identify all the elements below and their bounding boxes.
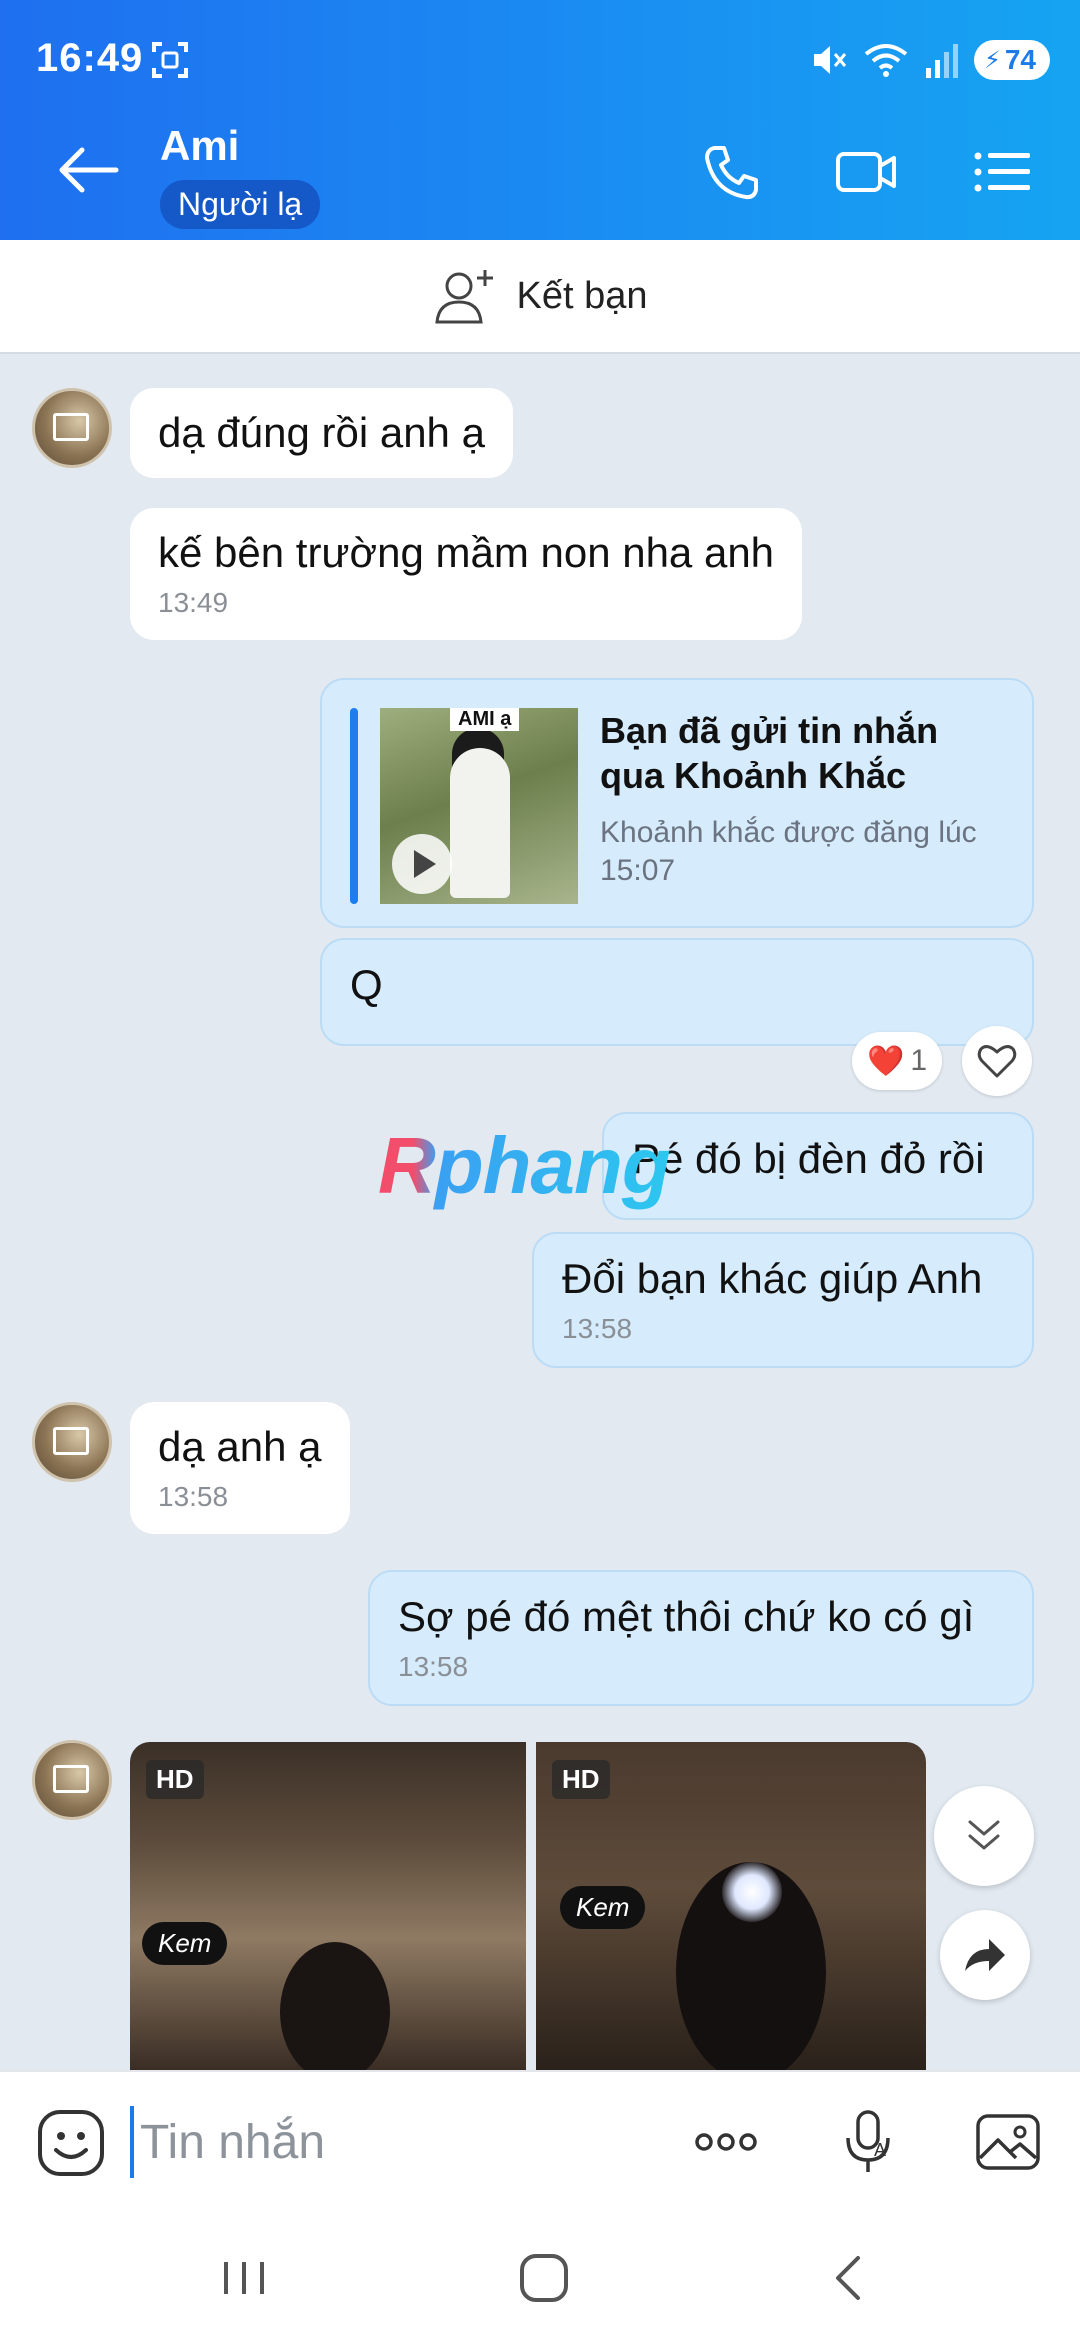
moment-subtitle: Khoảnh khắc được đăng lúc 15:07 xyxy=(600,816,977,887)
moment-title: Bạn đã gửi tin nhắn qua Khoảnh Khắc xyxy=(600,710,939,796)
message-text: dạ anh ạ xyxy=(158,1423,322,1470)
avatar[interactable] xyxy=(32,1740,112,1820)
status-time: 16:49 xyxy=(36,36,144,80)
heart-outline-icon xyxy=(977,1045,1017,1078)
message-time: 13:49 xyxy=(158,587,229,619)
reaction-count: 1 xyxy=(910,1044,928,1077)
thumb-figure xyxy=(450,748,510,898)
hd-badge: HD xyxy=(146,1760,204,1799)
menu-list-icon[interactable] xyxy=(970,140,1034,204)
message-composer: A xyxy=(0,2070,1080,2210)
message-bubble[interactable]: Q xyxy=(320,938,1034,1046)
message-input[interactable] xyxy=(130,2106,650,2178)
message-text: Pé đó bị đèn đỏ rồi xyxy=(632,1135,985,1182)
message-time: 13:58 xyxy=(562,1313,633,1345)
video-call-icon[interactable] xyxy=(834,140,898,204)
thumb-tag: AMI ạ xyxy=(450,708,520,731)
watermark: Rphang xyxy=(378,1121,671,1210)
reaction-badge[interactable]: ❤️ 1 xyxy=(852,1032,942,1090)
scroll-down-icon xyxy=(968,1820,1000,1850)
photo-caption-sticker: Kem xyxy=(560,1886,646,1929)
stranger-badge: Người lạ xyxy=(160,180,321,229)
phone-icon[interactable] xyxy=(700,140,764,204)
avatar[interactable] xyxy=(32,1402,112,1482)
recent-apps-icon[interactable] xyxy=(214,2248,274,2308)
status-bar: 16:49 ⚡ 74 xyxy=(0,0,1080,120)
message-bubble[interactable]: Đổi bạn khác giúp Anh 13:58 xyxy=(532,1232,1034,1368)
add-user-icon xyxy=(434,270,493,324)
mute-icon xyxy=(813,46,847,74)
message-text: Sợ pé đó mệt thôi chứ ko có gì xyxy=(398,1593,975,1640)
moment-reply-card[interactable]: AMI ạ Bạn đã gửi tin nhắn qua Khoảnh Khắ… xyxy=(320,678,1034,928)
photo-figure xyxy=(280,1942,390,2070)
wifi-icon xyxy=(864,44,908,77)
svg-text:A: A xyxy=(874,2140,886,2160)
image-gallery-icon[interactable] xyxy=(972,2106,1044,2178)
home-icon[interactable] xyxy=(514,2248,574,2308)
quote-bar xyxy=(350,708,358,904)
add-reaction-button[interactable] xyxy=(962,1026,1032,1096)
photo-attachment[interactable]: HD Kem xyxy=(536,1742,926,2070)
heart-reaction-icon: ❤️ xyxy=(866,1044,905,1078)
message-bubble[interactable]: dạ đúng rồi anh ạ xyxy=(130,388,513,479)
message-time: 13:58 xyxy=(158,1481,229,1513)
avatar[interactable] xyxy=(32,388,112,468)
battery-level: 74 xyxy=(1004,44,1036,75)
photo-caption-sticker: Kem xyxy=(142,1922,228,1965)
back-arrow-icon[interactable] xyxy=(56,142,120,198)
scroll-down-button[interactable] xyxy=(934,1786,1034,1886)
message-bubble[interactable]: dạ anh ạ 13:58 xyxy=(130,1402,350,1534)
signal-icon xyxy=(925,44,958,78)
screenshot-icon xyxy=(152,42,188,78)
hd-badge: HD xyxy=(552,1760,610,1799)
battery-icon: ⚡ 74 xyxy=(973,40,1050,80)
contact-name[interactable]: Ami xyxy=(160,122,239,170)
message-text: Đổi bạn khác giúp Anh xyxy=(562,1255,983,1302)
emoji-icon[interactable] xyxy=(36,2108,106,2178)
forward-button[interactable] xyxy=(940,1910,1030,2000)
more-dots-icon[interactable] xyxy=(690,2106,762,2178)
share-forward-icon xyxy=(965,1939,1005,1971)
photo-attachment[interactable]: HD Kem xyxy=(130,1742,526,2070)
message-text: dạ đúng rồi anh ạ xyxy=(158,409,485,456)
system-nav-bar xyxy=(0,2210,1080,2340)
play-icon[interactable] xyxy=(392,834,452,894)
message-time: 13:58 xyxy=(398,1651,469,1683)
photo-flash xyxy=(722,1862,782,1922)
back-icon[interactable] xyxy=(820,2248,880,2308)
message-bubble[interactable]: kế bên trường mầm non nha anh 13:49 xyxy=(130,508,803,640)
message-text: kế bên trường mầm non nha anh xyxy=(158,529,775,576)
chat-header: 16:49 ⚡ 74 Ami Người lạ xyxy=(0,0,1080,240)
status-icons: ⚡ 74 xyxy=(808,36,1050,84)
add-friend-button[interactable]: Kết bạn xyxy=(0,240,1080,354)
voice-mic-icon[interactable]: A xyxy=(834,2106,906,2178)
message-text: Q xyxy=(350,961,383,1008)
add-friend-label: Kết bạn xyxy=(516,274,648,317)
moment-thumbnail[interactable]: AMI ạ xyxy=(380,708,578,904)
message-bubble[interactable]: Sợ pé đó mệt thôi chứ ko có gì 13:58 xyxy=(368,1570,1034,1706)
